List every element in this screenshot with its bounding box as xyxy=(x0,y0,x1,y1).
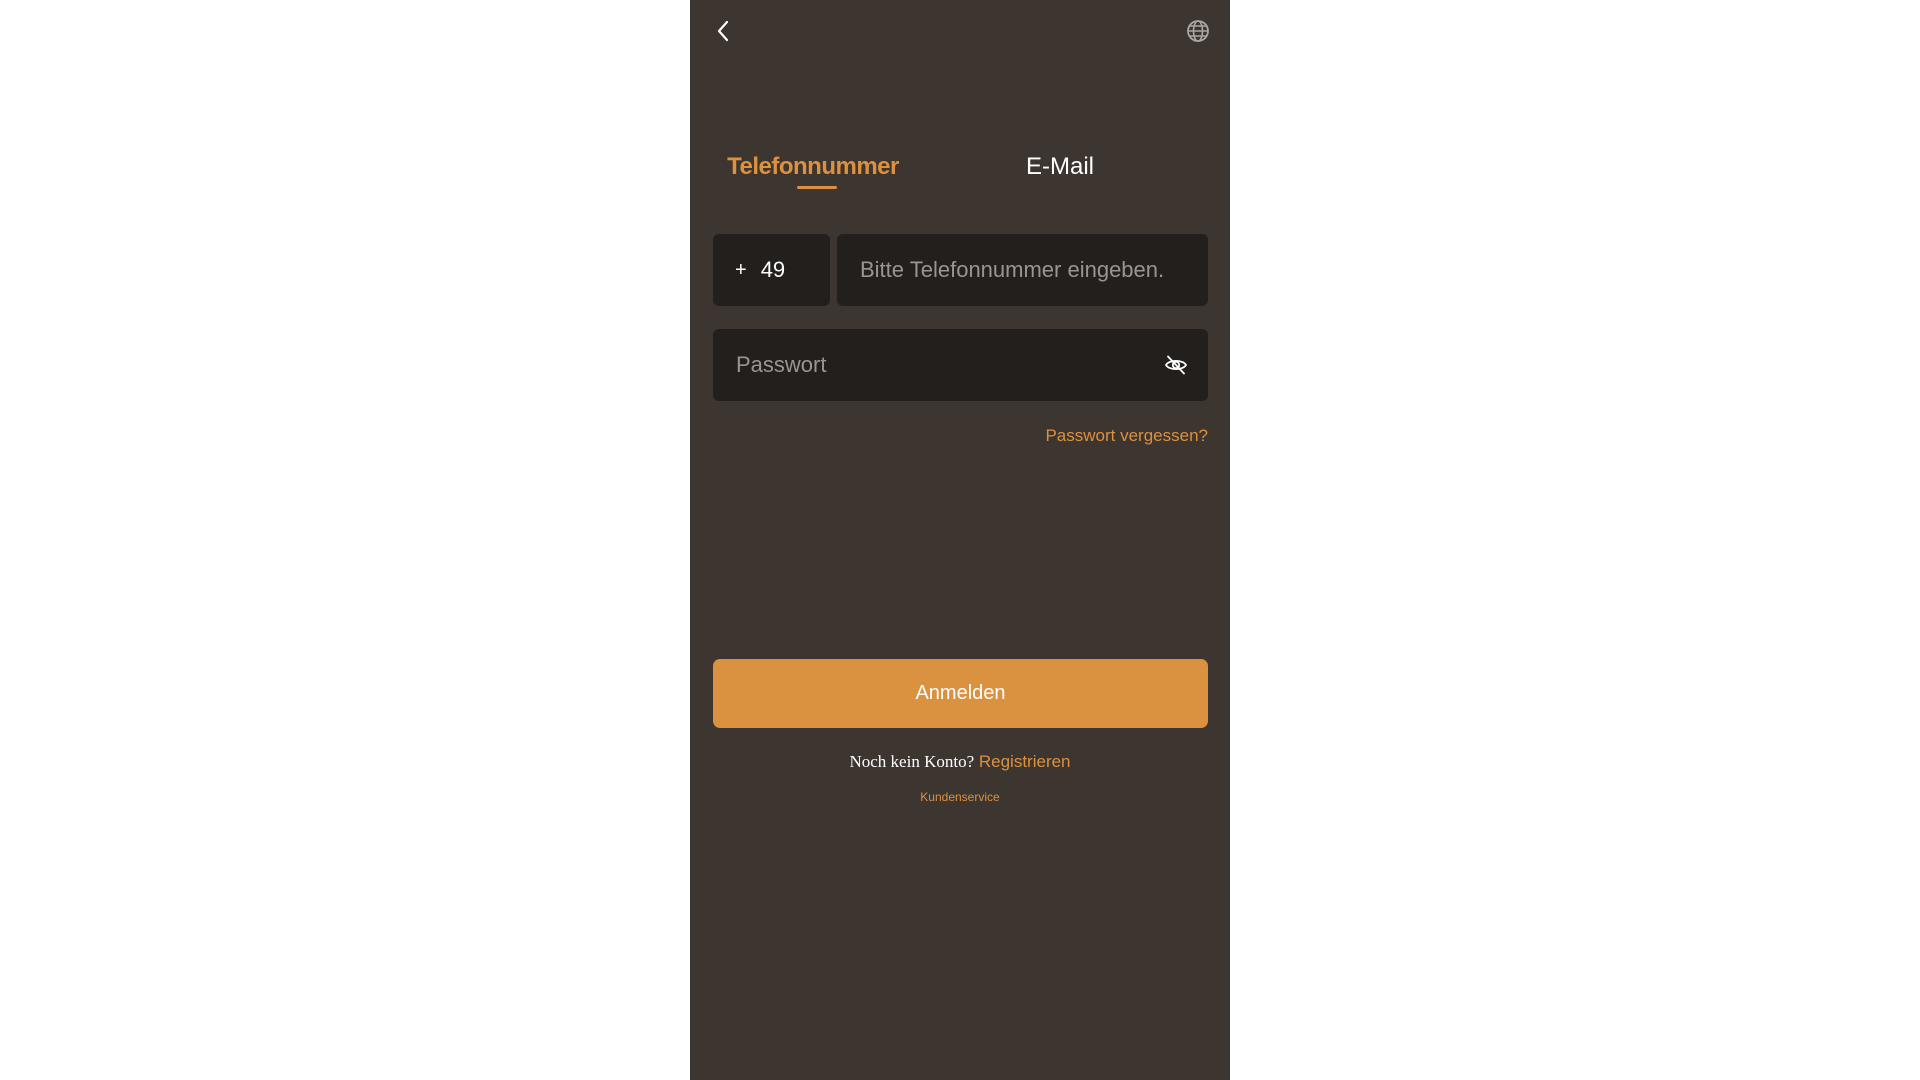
login-method-tabs: Telefonnummer E-Mail xyxy=(690,148,1230,194)
password-visibility-toggle[interactable] xyxy=(1164,354,1188,376)
eye-off-icon xyxy=(1164,355,1188,375)
country-code-prefix: + xyxy=(735,258,747,281)
tab-phone-number-label: Telefonnummer xyxy=(727,153,899,180)
language-button[interactable] xyxy=(1184,17,1212,45)
password-input[interactable] xyxy=(713,329,1143,401)
top-bar xyxy=(690,0,1230,62)
country-code-value: 49 xyxy=(760,257,786,282)
phone-field xyxy=(837,234,1208,306)
no-account-text: Noch kein Konto? xyxy=(849,752,975,771)
country-code-selector[interactable]: + 49 xyxy=(713,234,830,306)
globe-icon xyxy=(1187,20,1209,42)
forgot-password-link[interactable]: Passwort vergessen? xyxy=(1045,426,1208,446)
phone-input[interactable] xyxy=(837,234,1208,306)
password-field xyxy=(713,329,1208,401)
login-screen: Telefonnummer E-Mail + 49 Passwort verge… xyxy=(690,0,1230,1080)
chevron-left-icon xyxy=(717,20,729,42)
active-tab-indicator xyxy=(797,186,837,189)
tab-email-label: E-Mail xyxy=(1025,153,1094,180)
back-button[interactable] xyxy=(708,14,738,48)
tab-phone-number[interactable]: Telefonnummer xyxy=(690,148,936,194)
login-button[interactable]: Anmelden xyxy=(713,659,1208,728)
register-link[interactable]: Registrieren xyxy=(979,752,1071,771)
tab-email[interactable]: E-Mail xyxy=(937,148,1183,194)
customer-service-link[interactable]: Kundenservice xyxy=(690,790,1230,804)
register-prompt: Noch kein Konto? Registrieren xyxy=(690,752,1230,772)
